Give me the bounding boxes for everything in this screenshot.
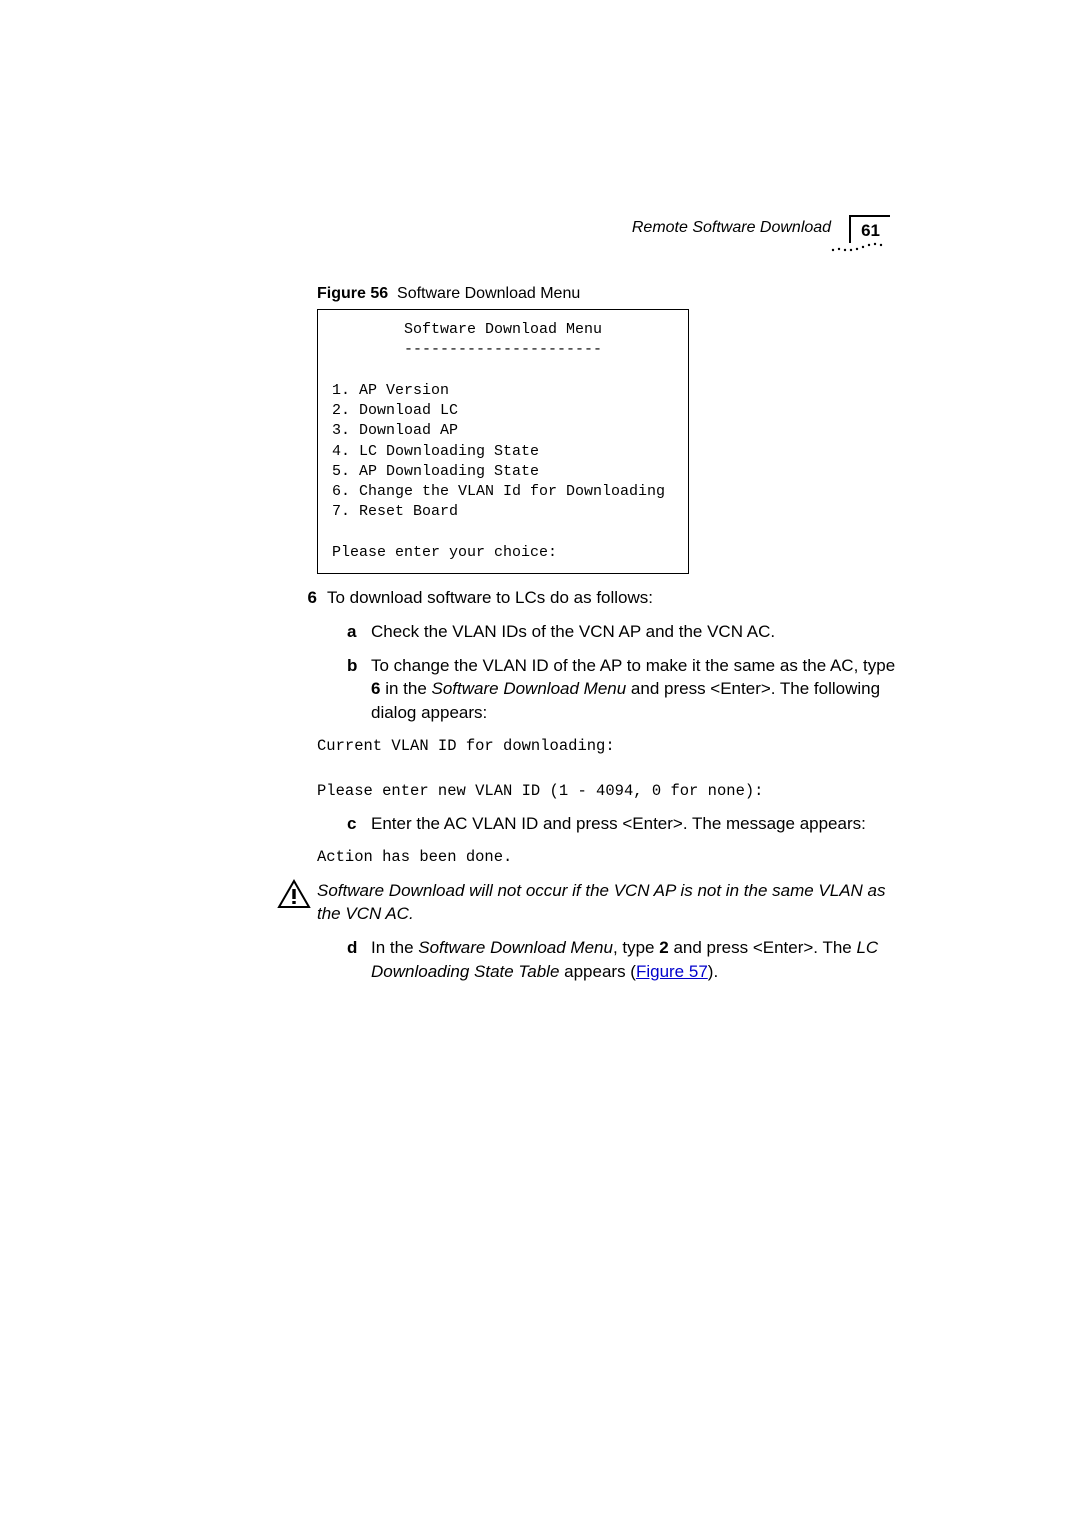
figure-57-link[interactable]: Figure 57 [636, 962, 708, 981]
substep-text: To change the VLAN ID of the AP to make … [371, 654, 897, 725]
page-content: Figure 56 Software Download Menu Softwar… [317, 285, 897, 984]
caution-icon [277, 879, 317, 927]
figure-56-codebox: Software Download Menu -----------------… [317, 309, 689, 574]
step-6: 6 To download software to LCs do as foll… [317, 586, 897, 610]
page-header: Remote Software Download 61 [632, 215, 890, 243]
dialog-output-1: Current VLAN ID for downloading: Please … [317, 735, 897, 802]
substep-letter: a [347, 620, 371, 644]
header-dots [830, 240, 890, 257]
header-title: Remote Software Download [632, 215, 831, 237]
substep-a: a Check the VLAN IDs of the VCN AP and t… [317, 620, 897, 644]
substep-text: In the Software Download Menu, type 2 an… [371, 936, 897, 984]
substep-letter: b [347, 654, 371, 725]
step-number: 6 [289, 586, 327, 610]
step-text: To download software to LCs do as follow… [327, 586, 653, 610]
substep-text: Check the VLAN IDs of the VCN AP and the… [371, 620, 775, 644]
caution-note: Software Download will not occur if the … [277, 879, 897, 927]
substep-c: c Enter the AC VLAN ID and press <Enter>… [317, 812, 897, 836]
substep-b: b To change the VLAN ID of the AP to mak… [317, 654, 897, 725]
caution-text: Software Download will not occur if the … [317, 879, 897, 927]
figure-56-caption: Figure 56 Software Download Menu [317, 285, 897, 303]
substep-letter: d [347, 936, 371, 984]
figure-label-text: Software Download Menu [397, 285, 580, 302]
substep-d: d In the Software Download Menu, type 2 … [317, 936, 897, 984]
substep-letter: c [347, 812, 371, 836]
page-number: 61 [849, 215, 890, 243]
dialog-output-2: Action has been done. [317, 846, 897, 868]
substep-text: Enter the AC VLAN ID and press <Enter>. … [371, 812, 866, 836]
figure-label-bold: Figure 56 [317, 285, 388, 302]
